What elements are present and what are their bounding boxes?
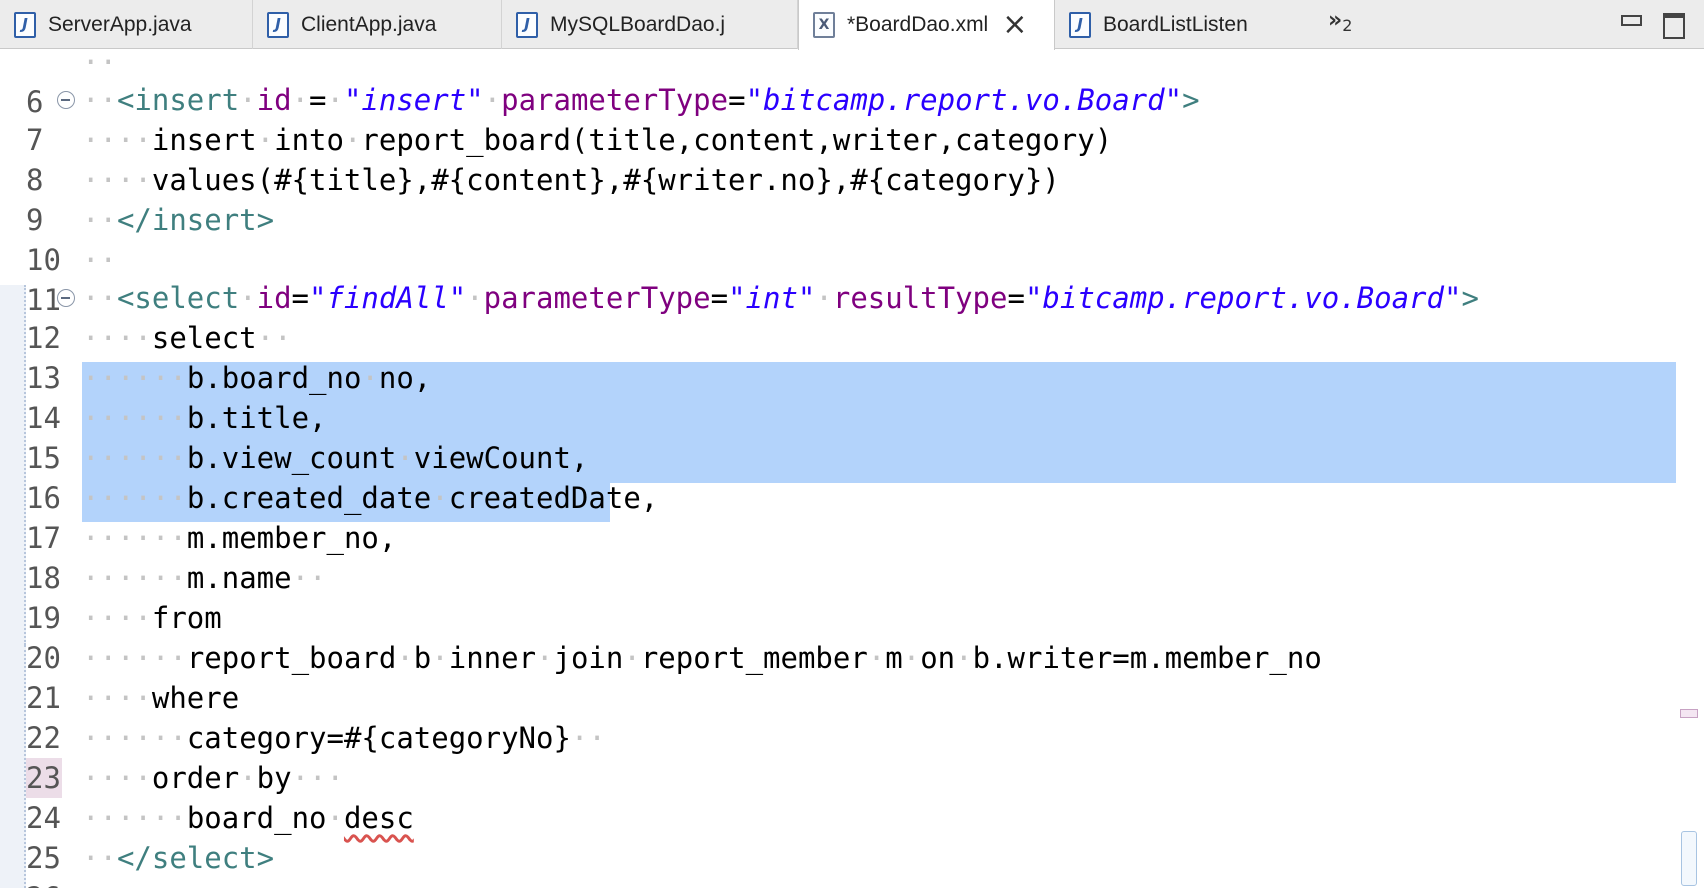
code-line: 11 ·· <box>0 240 1704 317</box>
line-text: ·· <box>82 45 117 79</box>
line-text: ······board_no·desc <box>82 801 414 835</box>
code-line: 12 ··<select·id="findAll"·parameterType=… <box>0 278 1704 355</box>
maximize-icon[interactable] <box>1663 13 1685 39</box>
code-line: 26 ··</select> <box>0 838 1704 888</box>
line-text: ·· <box>82 243 117 277</box>
line-text: ··</select> <box>82 841 275 875</box>
line-text: ····order·by··· <box>82 761 344 795</box>
line-text: ······m.member_no, <box>82 521 397 555</box>
code-line: 18 ······m.member_no, <box>0 518 1704 595</box>
code-line: 10 ··</insert> <box>0 200 1704 277</box>
chevron-double-right-icon: » <box>1328 8 1343 33</box>
java-file-icon: J <box>267 11 289 38</box>
code-line: 21 ······report_board·b·inner·join·repor… <box>0 638 1704 715</box>
tab-label: ServerApp.java <box>48 12 192 36</box>
line-text: ······b.title, <box>82 401 327 435</box>
tab-label: MySQLBoardDao.j <box>550 12 726 36</box>
code-line: 20 ····from <box>0 598 1704 675</box>
line-text: ··<select·id="findAll"·parameterType="in… <box>82 281 1479 315</box>
code-line: 19 ······m.name·· <box>0 558 1704 635</box>
tab-label: BoardListListen <box>1103 12 1248 36</box>
code-line: 9 ····values(#{title},#{content},#{write… <box>0 160 1704 237</box>
java-file-icon: J <box>1069 11 1091 38</box>
tab-overflow-button[interactable]: »2 <box>1328 8 1352 35</box>
code-line-current: 23 ······category=#{categoryNo}·· <box>0 718 1704 798</box>
xml-file-icon: X <box>813 12 835 38</box>
code-line: 15 ······b.title, <box>0 398 1704 475</box>
line-text: ······report_board·b·inner·join·report_m… <box>82 641 1322 675</box>
code-line: 25 ······board_no·desc <box>0 798 1704 875</box>
tab-label: *BoardDao.xml <box>847 13 989 36</box>
line-text: ····select·· <box>82 321 292 355</box>
code-line: 6 ·· <box>0 42 1704 119</box>
line-number: 26 <box>26 878 62 888</box>
code-line: 8 ····insert·into·report_board(title,con… <box>0 120 1704 197</box>
code-editor[interactable]: 6 ·· 7 ··<insert·id·=·"insert"·parameter… <box>0 45 1704 888</box>
line-text: ····values(#{title},#{content},#{writer.… <box>82 163 1060 197</box>
line-text: ······b.view_count·viewCount, <box>82 441 589 475</box>
line-text: ······m.name·· <box>82 561 327 595</box>
fold-collapse-icon[interactable] <box>57 91 75 109</box>
line-text: ····from <box>82 601 222 635</box>
line-text: ······b.created_date·createdDate, <box>82 481 659 515</box>
line-text: ··<insert·id·=·"insert"·parameterType="b… <box>82 83 1200 117</box>
java-file-icon: J <box>516 11 538 38</box>
line-text: ····where <box>82 681 240 715</box>
code-line: 7 ··<insert·id·=·"insert"·parameterType=… <box>0 80 1704 157</box>
close-icon[interactable]: × <box>1002 10 1027 40</box>
code-line: 22 ····where <box>0 678 1704 755</box>
code-line: 14 ······b.board_no·no, <box>0 358 1704 435</box>
java-file-icon: J <box>14 11 36 38</box>
tab-label: ClientApp.java <box>301 12 437 36</box>
overview-ruler-marker[interactable] <box>1680 709 1698 718</box>
code-line: 13 ····select·· <box>0 318 1704 395</box>
minimize-icon[interactable] <box>1620 13 1642 33</box>
hidden-tab-count: 2 <box>1342 16 1353 35</box>
code-line: 24 ····order·by··· <box>0 758 1704 835</box>
line-text: ······b.board_no·no, <box>82 361 432 395</box>
code-line: 17 ······b.created_date·createdDate, <box>0 478 1704 555</box>
line-text: ······category=#{categoryNo}·· <box>82 721 606 755</box>
line-text: ··</insert> <box>82 203 275 237</box>
vertical-scrollbar-thumb[interactable] <box>1681 831 1697 886</box>
fold-collapse-icon[interactable] <box>57 289 75 307</box>
code-line: 16 ······b.view_count·viewCount, <box>0 438 1704 515</box>
line-text: ····insert·into·report_board(title,conte… <box>82 123 1113 157</box>
